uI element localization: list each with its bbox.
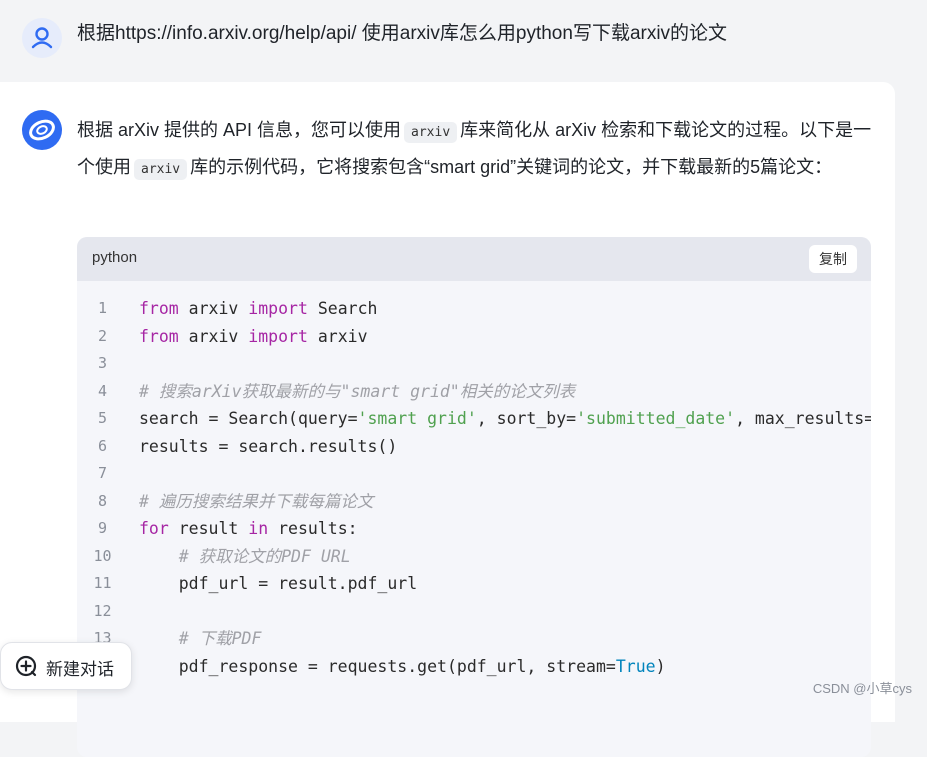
new-chat-plus-icon	[15, 655, 37, 677]
new-chat-button[interactable]: 新建对话	[0, 642, 132, 690]
code-comment: # 下载PDF	[139, 629, 262, 648]
inline-code: arxiv	[404, 122, 458, 143]
code-text: , sort_by=	[476, 409, 577, 428]
line-number: 7	[97, 464, 108, 482]
code-keyword: for	[139, 519, 169, 538]
csdn-watermark: CSDN @小草cys	[812, 681, 912, 696]
line-number: 9	[97, 519, 108, 537]
copy-button[interactable]: 复制	[809, 245, 857, 273]
code-line: 11 pdf_url = result.pdf_url	[77, 570, 871, 598]
code-line: 9 for result in results:	[77, 515, 871, 543]
answer-text-part-1: 根据 arXiv 提供的 API 信息，您可以使用	[77, 120, 402, 140]
line-number: 10	[93, 546, 112, 565]
code-string: 'submitted_date'	[576, 409, 736, 428]
code-text: arxiv	[178, 299, 249, 318]
code-lines: 1 from arxiv import Search 2 from arxiv im…	[77, 295, 871, 680]
answer-card: 根据 arXiv 提供的 API 信息，您可以使用 arxiv 库来简化从 arXi…	[0, 82, 895, 757]
user-message-row: 根据https://info.arxiv.org/help/api/ 使用arx…	[0, 0, 927, 82]
code-line: 4 # 搜索arXiv获取最新的与"smart grid"相关的论文列表	[77, 378, 871, 406]
code-text: Search	[307, 299, 378, 318]
code-line: 3	[77, 350, 871, 378]
code-block: python 复制 1 from arxiv import Search 2 fro…	[77, 237, 871, 757]
code-comment: # 搜索arXiv获取最新的与"smart grid"相关的论文列表	[139, 381, 576, 401]
code-line: 12	[77, 598, 871, 626]
code-line: 2 from arxiv import arxiv	[77, 323, 871, 351]
code-text: arxiv	[178, 326, 249, 346]
code-keyword: import	[248, 299, 308, 318]
code-line: 6 results = search.results()	[77, 433, 871, 461]
code-keyword: from	[139, 299, 179, 318]
line-number: 1	[97, 299, 108, 317]
line-number: 4	[97, 381, 108, 400]
code-string: 'smart grid'	[357, 409, 477, 428]
code-line: 5 search = Search(query='smart grid', sor…	[77, 405, 871, 433]
user-avatar	[22, 18, 62, 58]
code-keyword: from	[139, 326, 179, 346]
line-number: 2	[97, 326, 108, 345]
code-line: 8 # 遍历搜索结果并下载每篇论文	[77, 488, 871, 516]
code-line: 14 pdf_response = requests.get(pdf_url, …	[77, 653, 871, 681]
code-line: 10 # 获取论文的PDF URL	[77, 543, 871, 571]
line-number: 6	[97, 436, 108, 455]
line-number: 5	[97, 409, 108, 427]
assistant-logo-icon	[29, 119, 55, 141]
assistant-avatar	[22, 110, 62, 150]
user-message-text: 根据https://info.arxiv.org/help/api/ 使用arx…	[77, 23, 728, 44]
code-text: result	[168, 519, 249, 538]
code-text: pdf_response = requests.get(pdf_url, str…	[139, 656, 616, 676]
new-chat-label: 新建对话	[46, 660, 114, 679]
code-text: arxiv	[307, 326, 368, 346]
answer-text: 根据 arXiv 提供的 API 信息，您可以使用 arxiv 库来简化从 arXi…	[77, 113, 877, 187]
code-keyword: in	[248, 519, 269, 538]
code-text: pdf_url = result.pdf_url	[139, 574, 418, 593]
code-line: 1 from arxiv import Search	[77, 295, 871, 323]
code-text: )	[655, 656, 666, 676]
line-number: 3	[97, 354, 108, 372]
code-line: 13 # 下载PDF	[77, 625, 871, 653]
code-keyword: import	[248, 326, 308, 346]
code-comment: # 遍历搜索结果并下载每篇论文	[139, 491, 374, 511]
code-text: search = Search(query=	[139, 409, 358, 428]
code-language-label: python	[92, 249, 138, 266]
code-line: 7	[77, 460, 871, 488]
code-comment: # 获取论文的PDF URL	[139, 546, 351, 566]
code-text: results = search.results()	[139, 436, 398, 456]
code-boolean: True	[615, 656, 656, 676]
inline-code: arxiv	[134, 159, 188, 180]
user-icon	[31, 27, 53, 49]
code-text: results:	[268, 519, 358, 538]
code-text: , max_results=5	[735, 409, 871, 428]
answer-text-part-3: 库的示例代码，它将搜索包含“smart grid”关键词的论文，并下载最新的5篇…	[190, 157, 833, 177]
line-number: 8	[97, 491, 108, 510]
code-block-header: python 复制	[77, 237, 871, 281]
line-number: 11	[93, 574, 112, 592]
line-number: 12	[93, 601, 112, 620]
